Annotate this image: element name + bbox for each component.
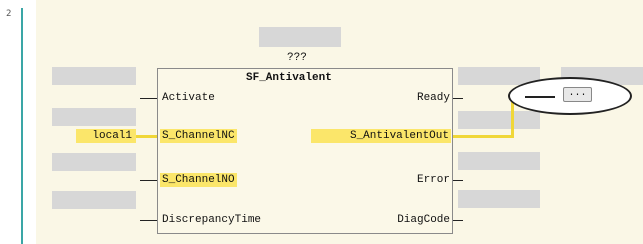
wire-output-horizontal [453,135,513,138]
stub-activate [140,98,157,99]
output-param-placeholder-antivalentout[interactable] [458,111,540,129]
wire-input-channelnc [136,135,158,138]
stub-discrepancy [140,220,157,221]
callout-wire [525,96,555,98]
stub-diagcode [453,220,463,221]
stub-error [453,180,463,181]
output-pin-error[interactable]: Error [398,173,452,187]
function-block-type: SF_Antivalent [246,72,332,84]
input-param-placeholder-discrepancy[interactable] [52,191,136,209]
instance-name[interactable]: ??? [287,52,307,64]
instance-name-field[interactable] [259,27,341,47]
input-pin-activate[interactable]: Activate [160,91,217,105]
ellipsis-button[interactable]: ... [563,87,592,102]
input-param-placeholder-activate[interactable] [52,67,136,85]
input-pin-s-channelnc[interactable]: S_ChannelNC [160,129,237,143]
output-param-placeholder-diagcode[interactable] [458,190,540,208]
gutter-bar [21,8,23,244]
input-param-placeholder-channelno[interactable] [52,153,136,171]
output-pin-ready[interactable]: Ready [398,91,452,105]
stub-ready [453,98,463,99]
line-gutter: 2 [0,0,24,244]
input-param-placeholder-channelnc-top[interactable] [52,108,136,126]
stub-channelno [140,180,157,181]
output-pin-s-antivalentout[interactable]: S_AntivalentOut [311,129,451,143]
output-pin-diagcode[interactable]: DiagCode [388,213,452,227]
input-pin-s-channelno[interactable]: S_ChannelNO [160,173,237,187]
input-pin-discrepancytime[interactable]: DiscrepancyTime [160,213,263,227]
line-number: 2 [6,9,12,19]
input-variable-local1[interactable]: local1 [76,129,136,143]
output-param-placeholder-error[interactable] [458,152,540,170]
